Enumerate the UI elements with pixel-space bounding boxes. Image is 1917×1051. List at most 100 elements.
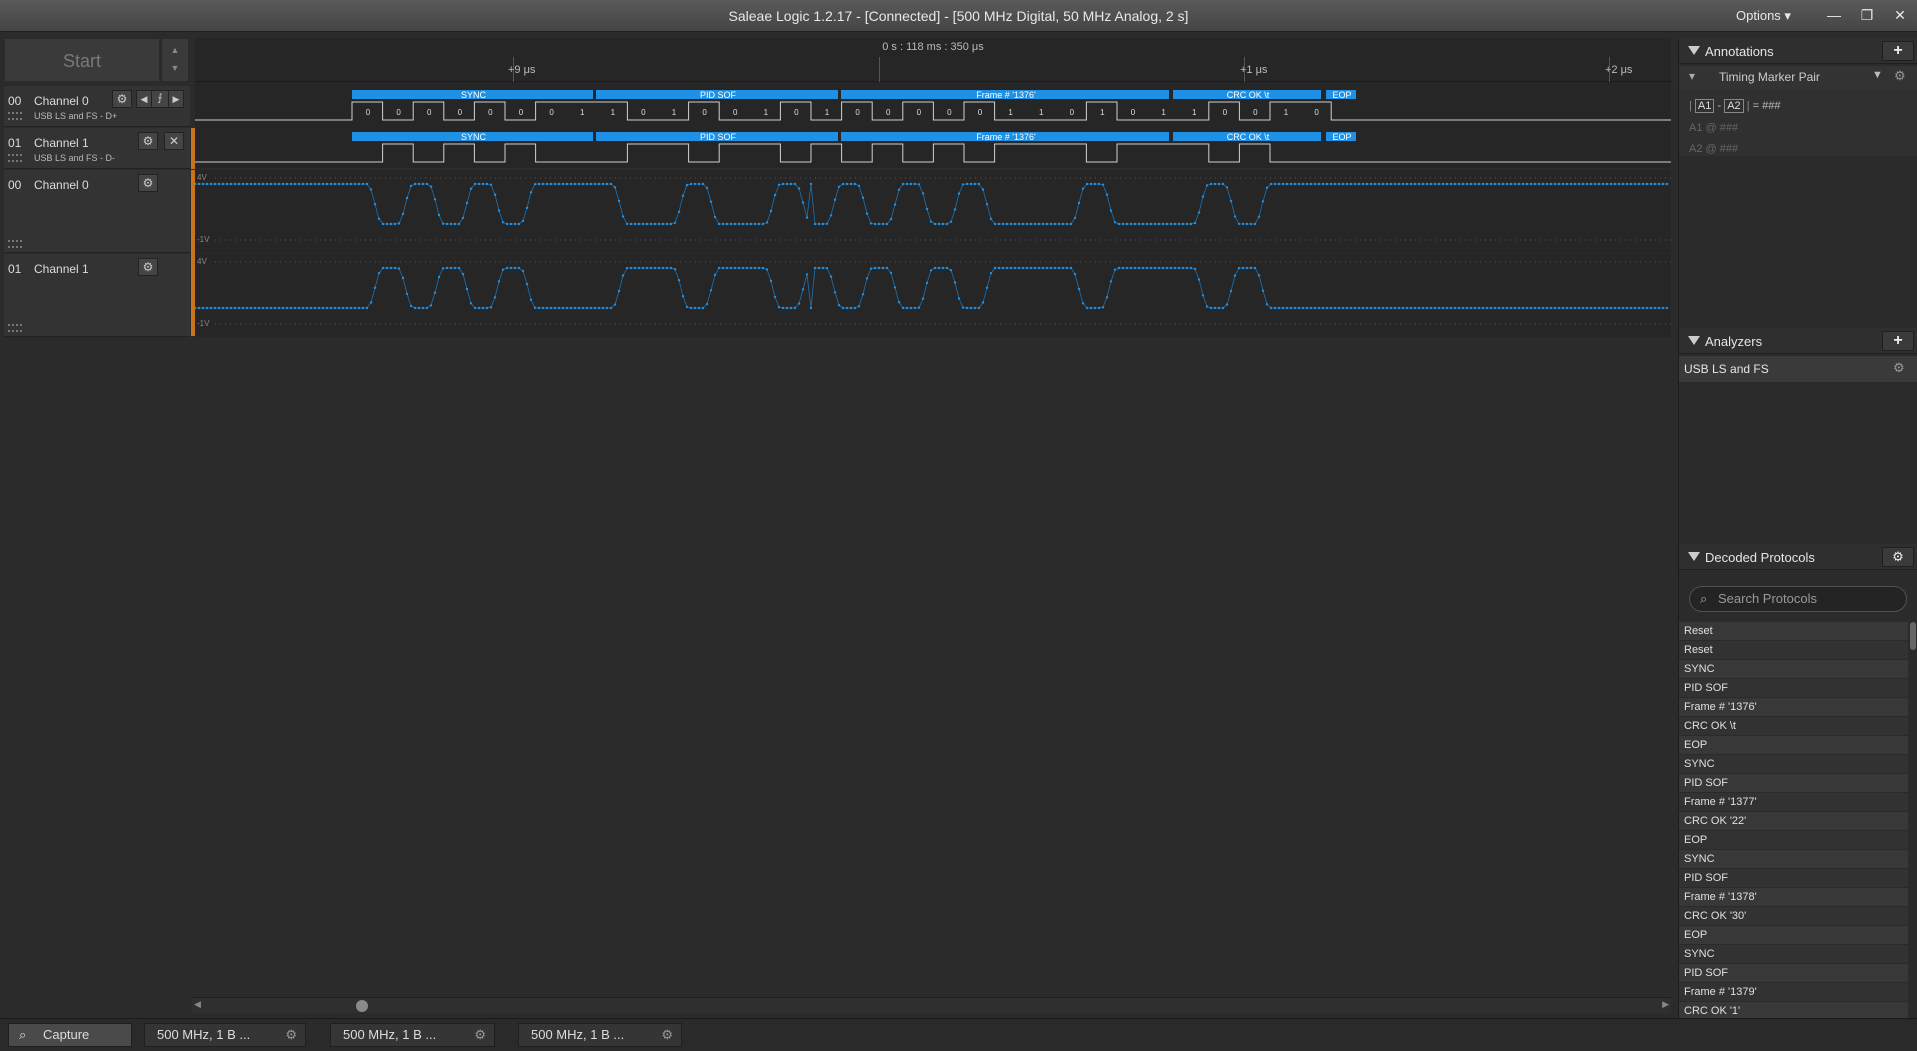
channel-analyzer-label: USB LS and FS - D+	[34, 111, 118, 121]
gear-icon[interactable]: ⚙	[138, 132, 158, 150]
channel-name[interactable]: Channel 1	[34, 136, 89, 150]
gear-icon[interactable]: ⚙	[285, 1024, 297, 1046]
channel-header-digital-0[interactable]: 00 Channel 0 USB LS and FS - D+ ⚙ ◀ ⨍ ▶	[4, 86, 190, 127]
channel-name[interactable]: Channel 0	[34, 94, 89, 108]
protocol-list-item[interactable]: CRC OK '22'	[1679, 812, 1908, 831]
protocol-list-item[interactable]: EOP	[1679, 831, 1908, 850]
bit-value-label: 0	[488, 108, 493, 117]
decode-bubble-label: SYNC	[461, 132, 487, 142]
gear-icon[interactable]: ⚙	[1893, 360, 1905, 376]
collapse-icon[interactable]	[1688, 552, 1700, 561]
gear-icon[interactable]: ⚙	[138, 258, 158, 276]
analog-scale-top: 4V	[197, 173, 207, 182]
close-button[interactable]: ✕	[1886, 4, 1914, 26]
gear-icon[interactable]: ⚙	[112, 90, 132, 108]
capture-tab[interactable]: ⌕ Capture	[8, 1023, 132, 1047]
add-annotation-button[interactable]: +	[1882, 41, 1914, 61]
protocol-list-item[interactable]: PID SOF	[1679, 774, 1908, 793]
gear-icon[interactable]: ⚙	[661, 1024, 673, 1046]
edge-trigger-icon[interactable]: ⨍	[151, 90, 169, 108]
drag-handle-icon[interactable]	[8, 154, 22, 162]
session-tab-1[interactable]: 500 MHz, 1 B ... ⚙	[144, 1023, 306, 1047]
protocol-list-item[interactable]: Reset	[1679, 641, 1908, 660]
scroll-right-icon[interactable]: ▶	[1662, 999, 1669, 1010]
start-button[interactable]: Start	[4, 38, 160, 82]
protocol-list-item[interactable]: Frame # '1376'	[1679, 698, 1908, 717]
analog-trace	[195, 267, 1667, 309]
bit-value-label: 0	[886, 108, 891, 117]
bit-value-label: 1	[672, 108, 677, 117]
restore-button[interactable]: ❐	[1853, 4, 1881, 26]
protocol-list-item[interactable]: EOP	[1679, 926, 1908, 945]
gear-icon[interactable]: ⚙	[1894, 68, 1906, 84]
protocol-list-item[interactable]: Frame # '1378'	[1679, 888, 1908, 907]
bit-value-label: 1	[1284, 108, 1289, 117]
collapse-icon[interactable]	[1688, 336, 1700, 345]
collapse-icon[interactable]	[1688, 46, 1700, 55]
gear-icon[interactable]: ⚙	[474, 1024, 486, 1046]
list-scroll-thumb[interactable]	[1910, 622, 1916, 650]
session-tab-3[interactable]: 500 MHz, 1 B ... ⚙	[518, 1023, 682, 1047]
analyzers-header[interactable]: Analyzers +	[1679, 328, 1917, 354]
ruler-tick: +9 μs	[508, 64, 536, 76]
decode-bubble-label: EOP	[1332, 90, 1351, 100]
protocol-list-item[interactable]: SYNC	[1679, 755, 1908, 774]
gear-icon[interactable]: ⚙	[138, 174, 158, 192]
bit-value-label: 0	[1253, 108, 1258, 117]
protocol-list-item[interactable]: CRC OK '30'	[1679, 907, 1908, 926]
add-analyzer-button[interactable]: +	[1882, 331, 1914, 351]
protocol-list-item[interactable]: EOP	[1679, 736, 1908, 755]
ruler-tick: +1 μs	[1240, 64, 1268, 76]
measurement-formula: | A1 - A2 | = ###	[1689, 99, 1781, 113]
empty-channel-area	[4, 338, 1671, 997]
bit-value-label: 0	[396, 108, 401, 117]
protocol-list-item[interactable]: SYNC	[1679, 660, 1908, 679]
session-tab-2[interactable]: 500 MHz, 1 B ... ⚙	[330, 1023, 495, 1047]
drag-handle-icon[interactable]	[8, 240, 22, 248]
next-edge-icon[interactable]: ▶	[168, 90, 184, 108]
decoded-protocols-title: Decoded Protocols	[1705, 550, 1815, 565]
channel-name[interactable]: Channel 1	[34, 262, 89, 276]
close-icon[interactable]: ✕	[164, 132, 184, 150]
options-menu[interactable]: Options ▾	[1736, 8, 1791, 24]
minimize-button[interactable]: —	[1820, 4, 1848, 26]
channel-header-digital-1[interactable]: 01 Channel 1 USB LS and FS - D- ⚙ ✕	[4, 128, 190, 169]
channel-header-analog-0[interactable]: 00 Channel 0 ⚙	[4, 170, 190, 253]
timing-marker-details: | A1 - A2 | = ### A1 @ ### A2 @ ###	[1679, 90, 1917, 156]
timing-marker-row[interactable]: ▾ Timing Marker Pair ▼ ⚙	[1679, 66, 1917, 90]
search-protocols-input[interactable]: ⌕ Search Protocols	[1689, 586, 1907, 612]
decoded-protocols-list[interactable]: Reset Reset SYNC PID SOF Frame # '1376' CRC O…	[1679, 622, 1908, 1051]
protocol-list-item[interactable]: Reset	[1679, 622, 1908, 641]
bit-value-label: 0	[366, 108, 371, 117]
protocol-list-item[interactable]: CRC OK \t	[1679, 717, 1908, 736]
search-icon: ⌕	[1700, 591, 1708, 606]
channel-name[interactable]: Channel 0	[34, 178, 89, 192]
drag-handle-icon[interactable]	[8, 324, 22, 332]
protocol-list-item[interactable]: Frame # '1377'	[1679, 793, 1908, 812]
up-arrow-icon: ▲	[170, 45, 180, 55]
analyzer-item[interactable]: USB LS and FS ⚙	[1679, 356, 1917, 382]
marker-pin-icon: ▾	[1689, 69, 1696, 83]
analog-scale-bottom: -1V	[197, 319, 210, 328]
decoded-protocols-header[interactable]: Decoded Protocols ⚙	[1679, 544, 1917, 570]
time-ruler[interactable]: 0 s : 118 ms : 350 μs +9 μs +1 μs +2 μs	[195, 38, 1671, 82]
annotations-header[interactable]: Annotations +	[1679, 38, 1917, 64]
analog-scale-bottom: -1V	[197, 235, 210, 244]
prev-edge-icon[interactable]: ◀	[136, 90, 152, 108]
protocol-list-item[interactable]: PID SOF	[1679, 679, 1908, 698]
protocol-list-item[interactable]: PID SOF	[1679, 964, 1908, 983]
protocol-list-item[interactable]: SYNC	[1679, 850, 1908, 869]
waveform-canvas[interactable]: SYNC PID SOF Frame # '1376' CRC OK \t EOP SYN…	[195, 82, 1671, 336]
a2-position: A2 @ ###	[1689, 143, 1739, 155]
scroll-thumb[interactable]	[356, 1000, 368, 1012]
start-options-arrows[interactable]: ▲ ▼	[161, 38, 189, 82]
gear-icon[interactable]: ⚙	[1882, 547, 1914, 567]
scroll-left-icon[interactable]: ◀	[194, 999, 201, 1010]
channel-header-analog-1[interactable]: 01 Channel 1 ⚙	[4, 254, 190, 337]
horizontal-scrollbar[interactable]: ◀ ▶	[192, 997, 1671, 1013]
drag-handle-icon[interactable]	[8, 112, 22, 120]
dropdown-icon[interactable]: ▼	[1872, 69, 1883, 81]
protocol-list-item[interactable]: Frame # '1379'	[1679, 983, 1908, 1002]
protocol-list-item[interactable]: SYNC	[1679, 945, 1908, 964]
protocol-list-item[interactable]: PID SOF	[1679, 869, 1908, 888]
